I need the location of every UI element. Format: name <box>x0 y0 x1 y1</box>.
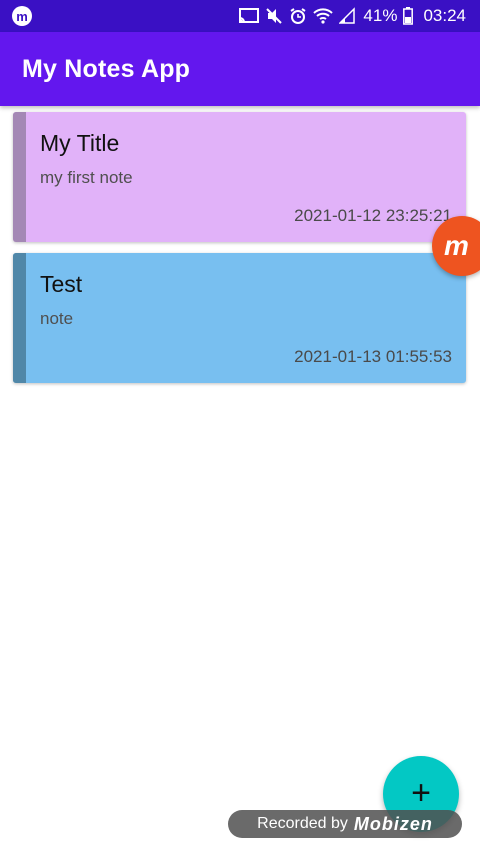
note-title: Test <box>40 271 83 297</box>
watermark-brand: Mobizen <box>353 813 433 834</box>
notes-list: My Title my first note 2021-01-12 23:25:… <box>13 112 466 394</box>
recording-watermark: Recorded by Mobizen <box>228 810 462 838</box>
mobizen-bubble-letter: m <box>444 230 469 261</box>
note-card[interactable]: My Title my first note 2021-01-12 23:25:… <box>13 112 466 242</box>
note-body: note <box>40 309 74 328</box>
cast-icon <box>239 8 260 23</box>
note-date: 2021-01-13 01:55:53 <box>294 347 452 366</box>
wifi-icon <box>313 8 334 24</box>
battery-percent: 41% <box>363 6 398 25</box>
battery-icon <box>403 7 414 25</box>
app-bar: My Notes App <box>0 32 480 106</box>
app-title: My Notes App <box>22 54 191 83</box>
note-date: 2021-01-12 23:25:21 <box>294 206 452 225</box>
note-color-stripe <box>13 112 26 242</box>
signal-icon <box>339 7 356 24</box>
note-title: My Title <box>40 130 120 156</box>
note-color-stripe <box>13 253 26 383</box>
status-time: 03:24 <box>423 6 466 25</box>
alarm-icon <box>290 8 306 24</box>
watermark-prefix: Recorded by <box>257 815 348 832</box>
status-bar: m 41% 03:24 <box>0 0 480 32</box>
mute-icon <box>266 8 283 24</box>
mobizen-icon: m <box>12 6 32 26</box>
note-card[interactable]: Test note 2021-01-13 01:55:53 <box>13 253 466 383</box>
note-body: my first note <box>40 168 133 187</box>
plus-icon: + <box>411 774 431 812</box>
